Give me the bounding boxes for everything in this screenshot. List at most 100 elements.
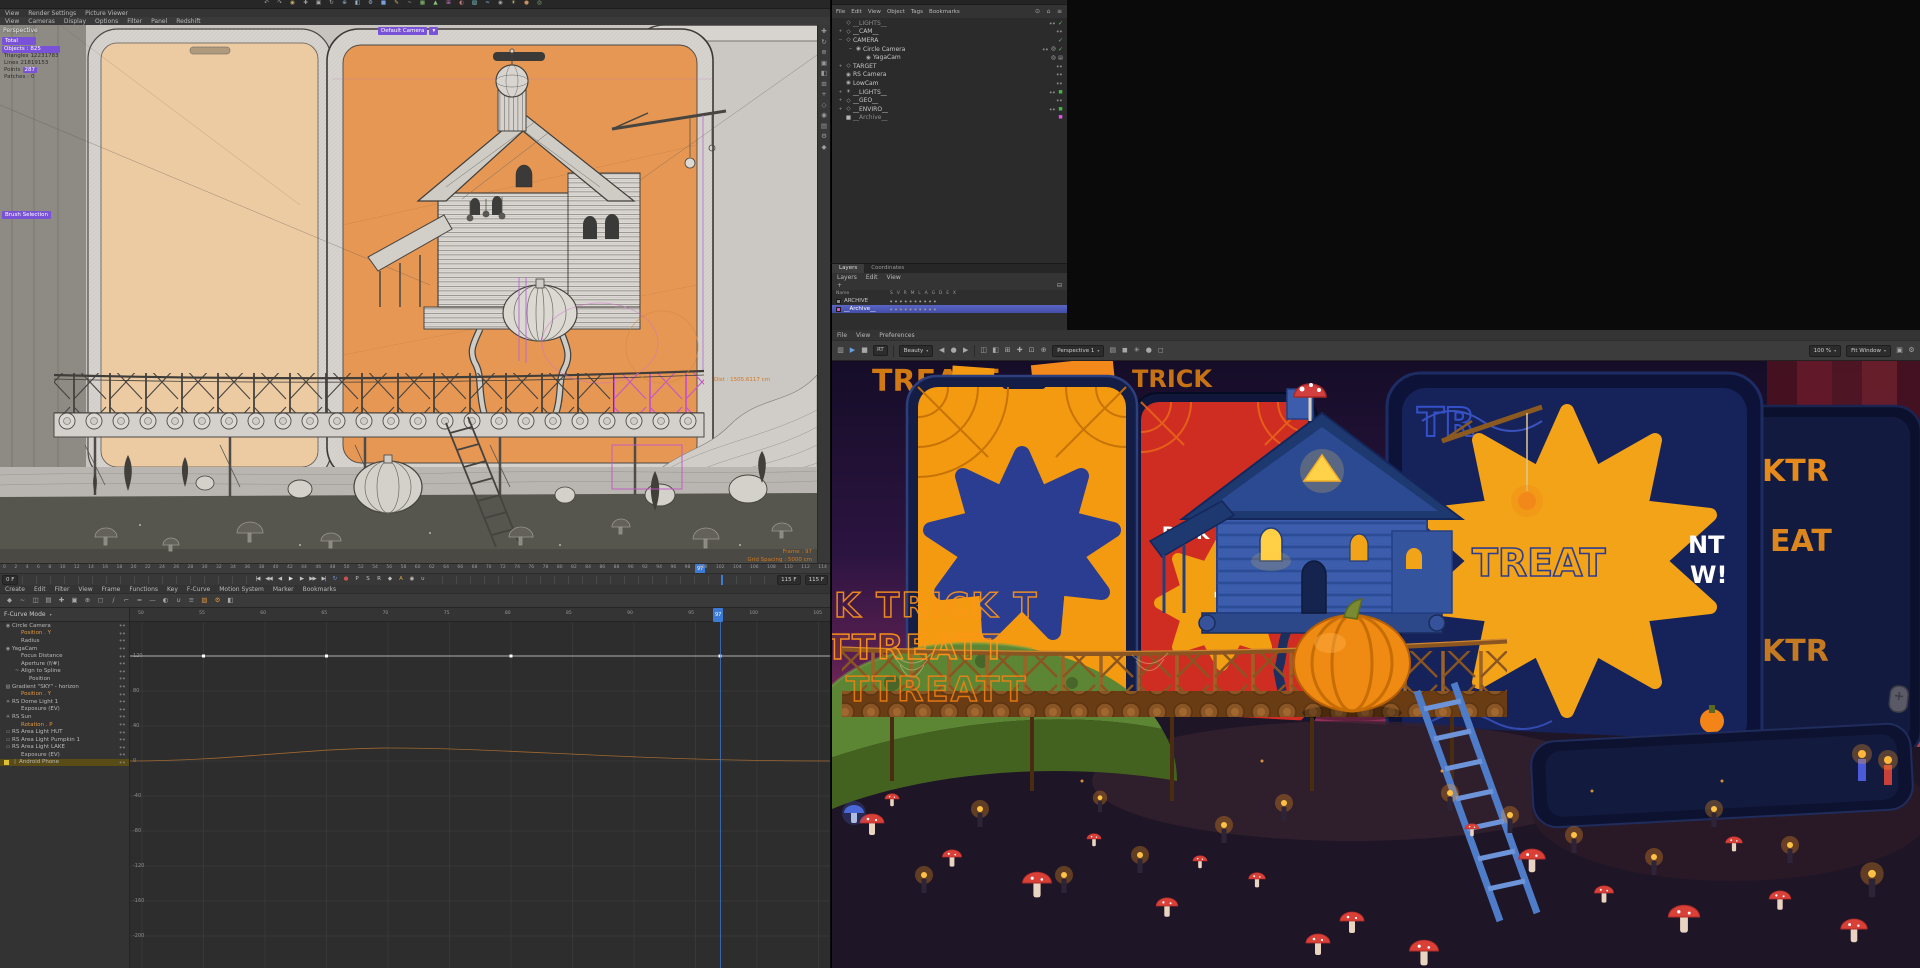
- record-rotation-icon[interactable]: R: [375, 577, 382, 583]
- fcurve-track-row[interactable]: Rotation . P: [0, 721, 129, 729]
- fcurve-track-row[interactable]: Position: [0, 675, 129, 683]
- object-row[interactable]: − ◇ CAMERA: [832, 36, 1067, 45]
- renderview-menu-item[interactable]: Preferences: [879, 332, 914, 339]
- layer-color-swatch[interactable]: [836, 306, 841, 312]
- viewport-menu-item[interactable]: Options: [95, 18, 118, 25]
- render-image[interactable]: TREATT K TRICK T TRICK KTR EAT KTR: [832, 361, 1920, 968]
- linear-tangent-icon[interactable]: /: [110, 597, 117, 604]
- histogram-icon[interactable]: ▥: [837, 347, 844, 354]
- expander-icon[interactable]: +: [837, 90, 844, 95]
- viewport-menu-item[interactable]: Filter: [127, 18, 142, 25]
- menu-item[interactable]: Picture Viewer: [85, 10, 128, 17]
- target-icon[interactable]: [1051, 46, 1056, 53]
- previous-key-icon[interactable]: ◀◀: [265, 577, 272, 583]
- timeline-menu-item[interactable]: Motion System: [219, 586, 264, 593]
- viewport-menu-item[interactable]: View: [5, 18, 19, 25]
- viewport-menu-item[interactable]: Panel: [151, 18, 167, 25]
- mograph-icon[interactable]: ⊞: [445, 1, 452, 7]
- layer-color-swatch[interactable]: [836, 298, 841, 304]
- max-frame-field[interactable]: 115 F: [804, 574, 828, 585]
- record-position-icon[interactable]: P: [353, 577, 360, 583]
- wrench-icon[interactable]: ⚙: [214, 597, 221, 604]
- denoise-icon[interactable]: ✳: [1133, 347, 1140, 354]
- object-row[interactable]: ◉ RS Camera: [832, 71, 1067, 80]
- scale-icon[interactable]: ▣: [315, 1, 322, 7]
- auto-tangent-icon[interactable]: ≈: [136, 597, 143, 604]
- object-row[interactable]: − ◉ Circle Camera: [832, 45, 1067, 54]
- home-icon[interactable]: ⌂: [1045, 8, 1052, 15]
- snap-icon[interactable]: ◆: [821, 143, 828, 151]
- fcurve-playhead-line[interactable]: [720, 622, 721, 968]
- rotate-icon[interactable]: ↻: [328, 1, 335, 7]
- timeline-ruler[interactable]: 97: [0, 563, 830, 574]
- stop-render-icon[interactable]: ■: [861, 347, 868, 354]
- rt-toggle[interactable]: RT: [873, 345, 888, 356]
- fcurve-track-row[interactable]: ▯ Android Phone: [0, 758, 129, 767]
- snap-icon[interactable]: ∪: [175, 597, 182, 604]
- light-icon[interactable]: ☀: [510, 1, 517, 7]
- step-tangent-icon[interactable]: ⌐: [123, 597, 130, 604]
- timeline-menu-item[interactable]: Bookmarks: [303, 586, 337, 593]
- object-row[interactable]: + ☀ __LIGHTS__: [832, 88, 1067, 97]
- spline-icon[interactable]: ~: [406, 1, 413, 7]
- magnify-icon[interactable]: ⊕: [1040, 347, 1047, 354]
- timeline-menu-item[interactable]: Edit: [34, 586, 46, 593]
- fcurve-mode-dropdown[interactable]: F-Curve Mode ▾: [0, 608, 130, 622]
- grid-icon[interactable]: ⊞: [821, 80, 828, 88]
- camera-icon[interactable]: ◉: [497, 1, 504, 7]
- layer-menu-item[interactable]: Edit: [866, 274, 878, 281]
- fcurve-track-row[interactable]: Focus Distance: [0, 652, 129, 660]
- layer-row[interactable]: __Archive__: [832, 305, 1067, 313]
- renderview-menu-item[interactable]: View: [856, 332, 870, 339]
- timeline-end-field[interactable]: 115 F: [777, 574, 801, 585]
- object-label[interactable]: __LIGHTS__: [853, 89, 887, 96]
- dots-icon[interactable]: [1050, 89, 1056, 96]
- view-settings-icon[interactable]: ⚙: [821, 133, 828, 140]
- fcurve-track-row[interactable]: ▭ RS Area Light Pumpkin 1: [0, 736, 129, 744]
- dots-icon[interactable]: [1057, 97, 1063, 104]
- view-pan-icon[interactable]: ✚: [821, 28, 828, 35]
- environment-icon[interactable]: ◎: [536, 1, 543, 7]
- ripple-icon[interactable]: ≡: [188, 597, 195, 604]
- record-scale-icon[interactable]: S: [364, 577, 371, 583]
- fcurve-track-row[interactable]: ▭ RS Area Light HUT: [0, 728, 129, 736]
- target-icon[interactable]: [1051, 54, 1056, 61]
- object-label[interactable]: YagaCam: [873, 54, 901, 61]
- go-to-start-icon[interactable]: |◀: [254, 577, 261, 583]
- layer-row[interactable]: ARCHIVE: [832, 297, 1067, 305]
- grid-icon[interactable]: ⊞: [1004, 347, 1011, 354]
- layer-tab[interactable]: Coordinates: [864, 264, 911, 273]
- object-manager-menu-item[interactable]: View: [868, 9, 881, 15]
- render-view-icon[interactable]: ◧: [354, 1, 361, 7]
- viewport-menu-item[interactable]: Display: [64, 18, 86, 25]
- object-label[interactable]: RS Camera: [853, 71, 886, 78]
- fcurve-icon[interactable]: ~: [19, 597, 26, 604]
- view-toggle-icon[interactable]: ◧: [821, 70, 828, 77]
- key-icon[interactable]: ◆: [6, 597, 13, 604]
- viewport-canvas[interactable]: [0, 25, 817, 563]
- object-row[interactable]: ◇ __LIGHTS__: [832, 19, 1067, 28]
- delete-layer-icon[interactable]: ⊟: [1056, 282, 1063, 289]
- view-frame-icon[interactable]: ▣: [821, 59, 828, 67]
- volume-icon[interactable]: ▧: [471, 1, 478, 7]
- timeline-menu-item[interactable]: Filter: [55, 586, 70, 593]
- field-icon[interactable]: ◐: [458, 1, 465, 7]
- pen-icon[interactable]: ✎: [393, 1, 400, 7]
- next-frame-icon[interactable]: ▶: [298, 577, 305, 583]
- search-icon[interactable]: ⊙: [1034, 8, 1041, 15]
- coordinate-system-icon[interactable]: ⊕: [341, 1, 348, 7]
- expander-icon[interactable]: +: [837, 64, 844, 69]
- region-render-icon[interactable]: ⊡: [1028, 347, 1035, 354]
- timeline-menu-item[interactable]: Marker: [273, 586, 294, 593]
- note-icon[interactable]: [1058, 54, 1063, 61]
- object-manager-menu-item[interactable]: Edit: [851, 9, 862, 15]
- menu-item[interactable]: View: [5, 10, 19, 17]
- object-row[interactable]: + ◇ __CAM__: [832, 28, 1067, 37]
- snapshot-icon[interactable]: ◫: [32, 597, 39, 604]
- flat-tangent-icon[interactable]: —: [149, 597, 156, 604]
- timeline-start-field[interactable]: 0 F: [2, 574, 19, 585]
- magenta-icon[interactable]: [1058, 114, 1063, 121]
- subdivision-icon[interactable]: ▦: [419, 1, 426, 7]
- render-settings-icon[interactable]: ⚙: [367, 1, 374, 7]
- previous-frame-icon[interactable]: ◀: [276, 577, 283, 583]
